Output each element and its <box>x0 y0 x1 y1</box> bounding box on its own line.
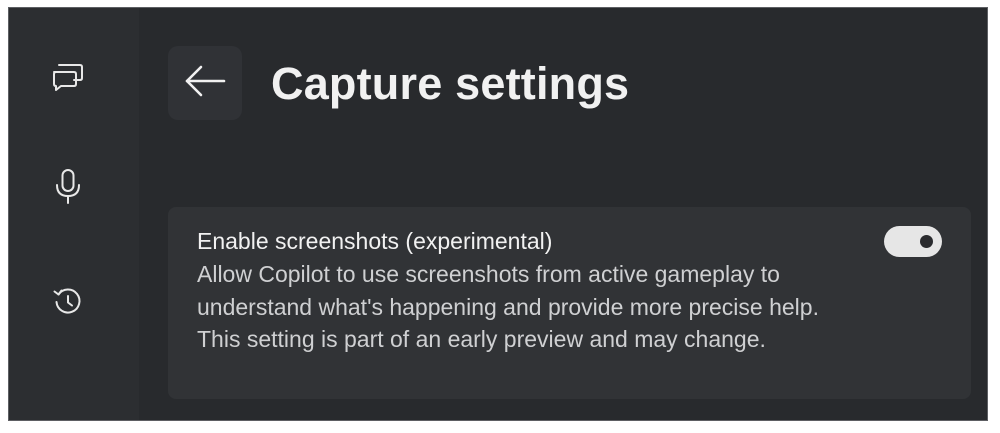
screenshots-toggle[interactable] <box>884 226 942 257</box>
sidebar <box>9 8 139 420</box>
toggle-knob <box>920 235 933 248</box>
microphone-icon <box>53 168 83 206</box>
back-button[interactable] <box>168 46 242 120</box>
chat-bubbles-icon <box>50 59 86 93</box>
app-window: Capture settings Enable screenshots (exp… <box>8 7 988 421</box>
page-title: Capture settings <box>271 58 630 109</box>
setting-description: Allow Copilot to use screenshots from ac… <box>197 261 819 352</box>
setting-title: Enable screenshots (experimental) <box>197 228 553 254</box>
sidebar-item-voice[interactable] <box>43 162 93 212</box>
sidebar-item-chat[interactable] <box>43 51 93 101</box>
setting-card-screenshots: Enable screenshots (experimental) Allow … <box>168 207 971 399</box>
history-icon <box>51 285 85 319</box>
main-content: Capture settings Enable screenshots (exp… <box>139 8 987 420</box>
sidebar-item-history[interactable] <box>43 277 93 327</box>
back-arrow-icon <box>183 64 227 103</box>
